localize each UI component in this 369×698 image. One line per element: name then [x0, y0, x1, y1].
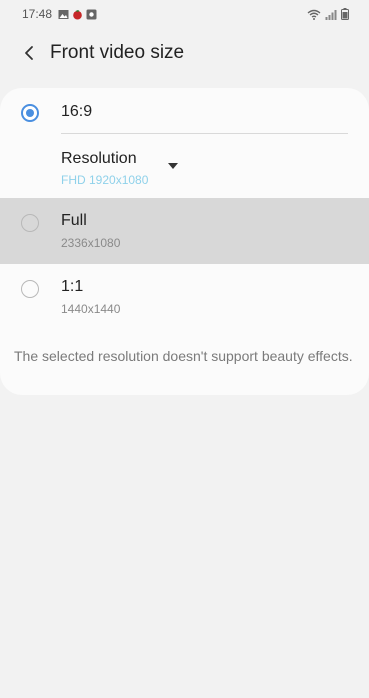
option-16-9[interactable]: 16:9 Resolution FHD 1920x1080: [0, 88, 369, 198]
resolution-dropdown[interactable]: Resolution FHD 1920x1080: [61, 148, 191, 188]
screen: 17:48 Front video size 16:9 Resolution F…: [0, 0, 369, 698]
option-full[interactable]: Full 2336x1080: [0, 198, 369, 264]
page-title: Front video size: [50, 42, 185, 63]
wifi-icon: [307, 9, 321, 20]
options-card: 16:9 Resolution FHD 1920x1080 Full 2336x…: [0, 88, 369, 395]
beauty-note: The selected resolution doesn't support …: [14, 348, 353, 364]
resolution-label: Resolution: [61, 150, 137, 167]
option-1-1-label: 1:1: [61, 278, 84, 295]
option-full-sub: 2336x1080: [61, 236, 121, 250]
title-bar: Front video size: [0, 30, 369, 76]
radio-16-9-selected[interactable]: [21, 104, 39, 122]
chevron-left-icon: [25, 46, 33, 60]
tomato-icon: [73, 9, 82, 19]
option-16-9-label: 16:9: [61, 103, 93, 120]
dropdown-arrow-icon: [168, 163, 178, 169]
status-time: 17:48: [22, 7, 53, 21]
notification-icons: [58, 9, 97, 20]
option-full-label: Full: [61, 212, 87, 229]
battery-icon: [341, 8, 349, 20]
square-notification-icon: [86, 9, 97, 19]
radio-full[interactable]: [21, 214, 39, 232]
status-bar: 17:48: [0, 0, 369, 28]
option-1-1-sub: 1440x1440: [61, 302, 121, 316]
status-right: [307, 8, 349, 20]
signal-icon: [325, 9, 337, 20]
gallery-icon: [58, 9, 69, 19]
back-button[interactable]: [14, 38, 44, 68]
radio-1-1[interactable]: [21, 280, 39, 298]
status-left: 17:48: [22, 7, 97, 21]
option-1-1[interactable]: 1:1 1440x1440: [0, 264, 369, 328]
divider: [61, 133, 348, 134]
resolution-value: FHD 1920x1080: [61, 173, 149, 187]
